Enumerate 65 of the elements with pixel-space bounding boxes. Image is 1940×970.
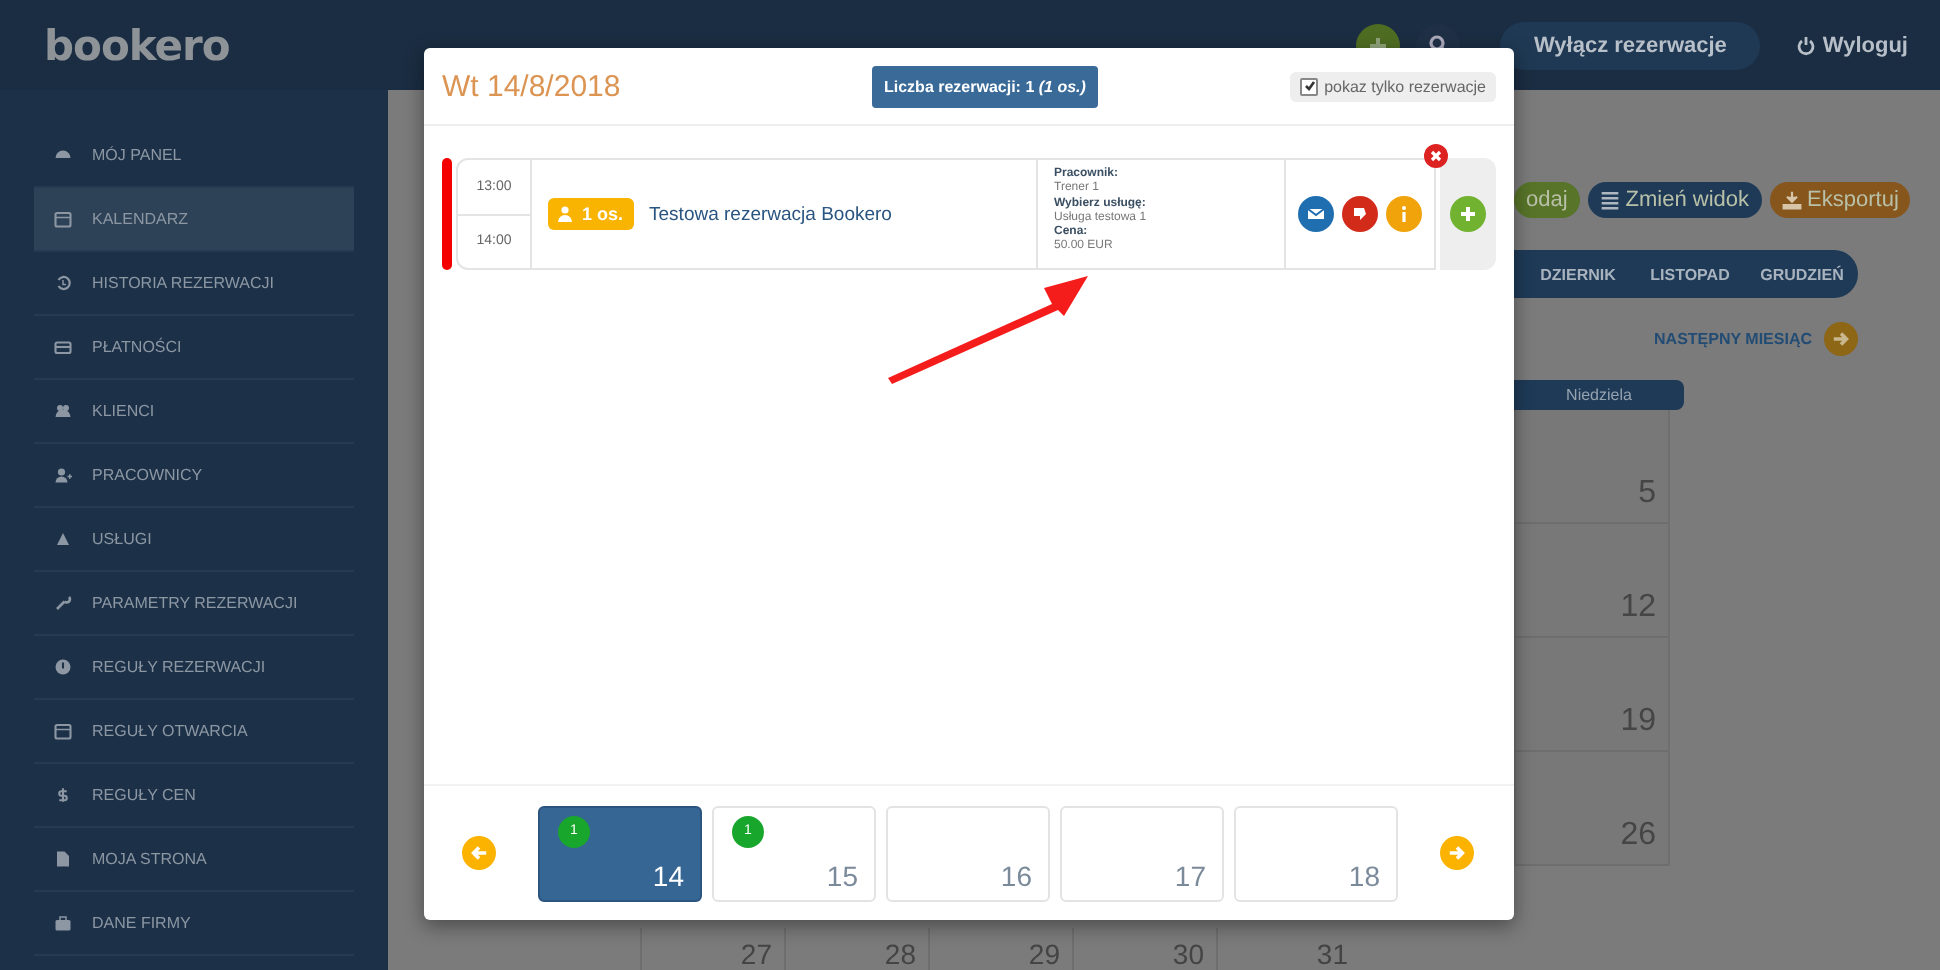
person-icon xyxy=(558,206,572,222)
list-icon xyxy=(1599,190,1620,210)
sidebar-item[interactable]: REGUŁY REZERWACJI xyxy=(34,636,354,700)
menu-icon xyxy=(54,274,72,292)
sidebar-item[interactable]: DANE FIRMY xyxy=(34,892,354,956)
mail-icon xyxy=(1306,204,1326,224)
menu-icon xyxy=(54,658,72,676)
power-icon xyxy=(1796,35,1817,55)
calendar-day[interactable]: 27 xyxy=(640,928,784,970)
menu-icon xyxy=(54,146,72,164)
app-logo: bookero xyxy=(44,21,230,69)
change-view-button[interactable]: Zmień widok xyxy=(1587,182,1762,218)
mail-button[interactable] xyxy=(1298,196,1334,232)
weekday-header: Niedziela xyxy=(1514,380,1684,410)
export-button[interactable]: Eksportuj xyxy=(1769,182,1911,218)
sidebar-item[interactable]: PRACOWNICY xyxy=(34,444,354,508)
sidebar-item[interactable]: MOJA STRONA xyxy=(34,828,354,892)
checkbox[interactable] xyxy=(1300,77,1319,95)
menu-icon xyxy=(54,530,72,548)
reservation-title[interactable]: Testowa rezerwacja Bookero xyxy=(649,203,892,225)
month-tab[interactable]: GRUDZIEŃ xyxy=(1746,265,1858,283)
menu-icon xyxy=(54,850,72,868)
arrow-right-icon xyxy=(1448,844,1466,862)
menu-icon xyxy=(54,786,72,804)
thumbs-down-icon xyxy=(1350,204,1370,224)
sidebar-item[interactable]: USŁUGI xyxy=(34,508,354,572)
dialog-title: Wt 14/8/2018 xyxy=(442,69,623,103)
download-icon xyxy=(1781,190,1802,210)
sidebar-item[interactable]: REGUŁY OTWARCIA xyxy=(34,700,354,764)
filter-label: pokaz tylko rezerwacje xyxy=(1324,77,1486,95)
sidebar-item[interactable]: PARAMETRY REZERWACJI xyxy=(34,572,354,636)
close-button[interactable] xyxy=(1424,144,1448,168)
menu-icon xyxy=(54,914,72,932)
day-tile[interactable]: 18 xyxy=(1234,805,1398,901)
menu-icon xyxy=(54,402,72,420)
calendar-day[interactable]: 31 xyxy=(1216,928,1360,970)
status-bar xyxy=(442,158,452,270)
day-tile[interactable]: 16 xyxy=(886,805,1050,901)
reservation-count-button[interactable]: Liczba rezerwacji: 1 (1 os.) xyxy=(872,65,1098,107)
calendar-day[interactable]: 28 xyxy=(784,928,928,970)
menu-icon xyxy=(54,594,72,612)
menu-icon xyxy=(54,722,72,740)
close-icon xyxy=(1430,150,1442,162)
next-month-button[interactable] xyxy=(1824,322,1858,356)
people-badge: 1 os. xyxy=(548,198,634,230)
menu-icon xyxy=(54,466,72,484)
arrow-left-icon xyxy=(470,844,488,862)
day-tile[interactable]: 17 xyxy=(1060,805,1224,901)
calendar-day[interactable]: 29 xyxy=(928,928,1072,970)
menu-icon xyxy=(54,338,72,356)
add-button[interactable]: odaj xyxy=(1514,182,1580,218)
sidebar-item[interactable]: PŁATNOŚCI xyxy=(34,316,354,380)
sidebar-item[interactable]: REGUŁY CEN xyxy=(34,764,354,828)
disable-bookings-button[interactable]: Wyłącz rezerwacje xyxy=(1500,21,1761,69)
arrow-right-icon xyxy=(1832,330,1850,348)
plus-icon xyxy=(1460,206,1476,222)
menu-icon xyxy=(54,210,72,228)
sidebar-item[interactable]: KLIENCI xyxy=(34,380,354,444)
sidebar-item[interactable]: HISTORIA REZERWACJI xyxy=(34,252,354,316)
logout-button[interactable]: Wyloguj xyxy=(1796,33,1908,57)
sidebar-item[interactable]: KALENDARZ xyxy=(34,188,354,252)
month-tab[interactable]: DZIERNIK xyxy=(1522,265,1634,283)
reject-button[interactable] xyxy=(1342,196,1378,232)
calendar-day[interactable]: 30 xyxy=(1072,928,1216,970)
month-tab[interactable]: LISTOPAD xyxy=(1634,265,1746,283)
